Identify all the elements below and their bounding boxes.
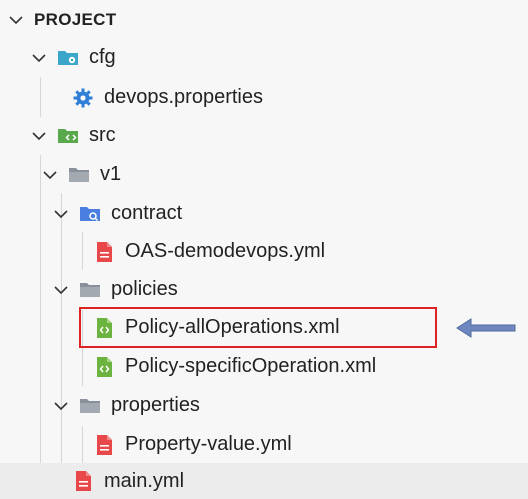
chevron-down-icon[interactable]: [42, 167, 58, 183]
source-folder-icon: [57, 125, 79, 147]
chevron-down-icon[interactable]: [31, 128, 47, 144]
tree-item-label: properties: [111, 394, 200, 416]
gear-icon: [72, 87, 94, 109]
tree-folder-policies[interactable]: policies: [0, 270, 528, 309]
chevron-down-icon[interactable]: [8, 12, 24, 28]
tree-file-oas-demodevops[interactable]: OAS-demodevops.yml: [0, 232, 528, 271]
chevron-down-icon[interactable]: [53, 282, 69, 298]
tree-folder-properties[interactable]: properties: [0, 386, 528, 425]
folder-icon: [68, 164, 90, 186]
yaml-file-icon: [72, 470, 94, 492]
yaml-file-icon: [93, 241, 115, 263]
tree-item-label: OAS-demodevops.yml: [125, 240, 326, 262]
contract-folder-icon: [79, 203, 101, 225]
tree-folder-contract[interactable]: contract: [0, 194, 528, 233]
tree-folder-cfg[interactable]: cfg: [0, 38, 528, 77]
tree-file-main[interactable]: main.yml: [0, 463, 528, 499]
tree-item-label: main.yml: [104, 469, 185, 492]
tree-item-label: cfg: [89, 46, 116, 68]
tree-item-label: policies: [111, 278, 178, 300]
tree-folder-src[interactable]: src: [0, 116, 528, 155]
tree-folder-v1[interactable]: v1: [0, 155, 528, 194]
tree-file-devops-properties[interactable]: devops.properties: [0, 78, 528, 117]
folder-icon: [79, 395, 101, 417]
tree-item-label: v1: [100, 163, 122, 185]
tree-file-property-value[interactable]: Property-value.yml: [0, 425, 528, 464]
explorer-title: PROJECT: [34, 9, 117, 29]
highlight-box: [79, 307, 437, 348]
xml-file-icon: [93, 356, 115, 378]
chevron-down-icon[interactable]: [31, 50, 47, 66]
tree-item-label: devops.properties: [104, 86, 263, 108]
folder-icon: [79, 279, 101, 301]
tree-item-label: Policy-specificOperation.xml: [125, 355, 377, 377]
tree-item-label: contract: [111, 202, 183, 224]
config-folder-icon: [57, 47, 79, 69]
pointer-arrow-icon: [456, 318, 516, 338]
explorer-header[interactable]: PROJECT: [0, 0, 528, 39]
tree-item-label: src: [89, 124, 116, 146]
chevron-down-icon[interactable]: [53, 398, 69, 414]
tree-file-policy-specificoperation[interactable]: Policy-specificOperation.xml: [0, 347, 528, 386]
yaml-file-icon: [93, 434, 115, 456]
chevron-down-icon[interactable]: [53, 206, 69, 222]
tree-item-label: Property-value.yml: [125, 433, 292, 455]
